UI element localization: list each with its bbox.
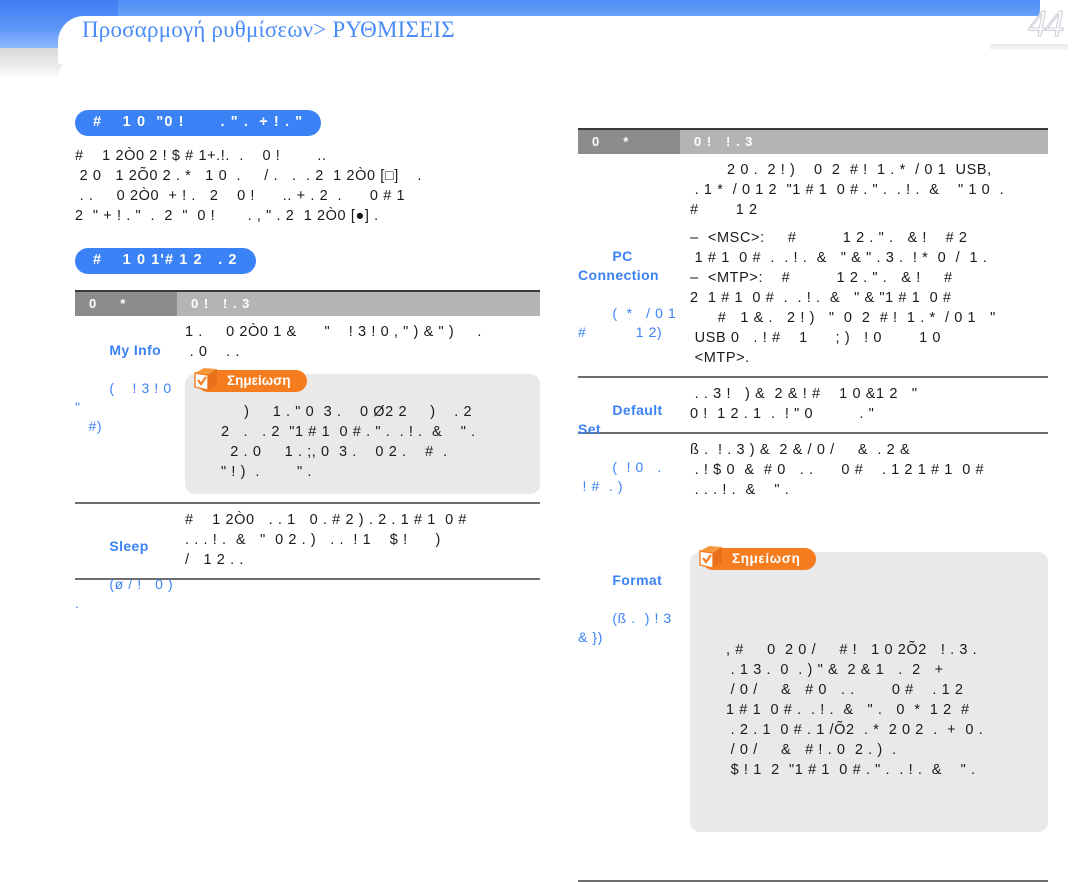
note-cube-icon xyxy=(699,546,722,569)
table-row-note-wrapper: Σημείωση ) 1 . " 0 3 . 0 Ø2 2 ) . 2 2 . … xyxy=(75,368,540,504)
section-heading-1: # 1 0 "0 ! . " . + ! . " xyxy=(75,110,322,136)
section-heading-2: # 1 0 1'# 1 2 . 2 xyxy=(75,248,256,274)
table-row-label-name: My Info xyxy=(109,342,162,358)
table-row: My Info ( ! 3 ! 0 " #) 1 . 0 2Ò0 1 & " !… xyxy=(75,316,540,434)
settings-table-left: 0 * 0 ! ! . 3 My Info ( ! 3 ! 0 " #) 1 .… xyxy=(75,290,540,611)
table-row-description: # 1 2Ò0 . . 1 0 . # 2 ) . 2 . 1 # 1 0 # … xyxy=(185,512,468,568)
table-header-item: 0 * xyxy=(75,292,177,316)
breadcrumb-separator: > xyxy=(313,17,327,42)
table-row-label: PC Connection ( * / 0 1 # 1 2) xyxy=(578,228,680,361)
table-row-continuation: 2 0 . 2 ! ) 0 2 # ! 1 . * / 0 1 USB, . 1… xyxy=(578,154,1048,228)
table-row-continuation: ß . ! . 3 ) & 2 & / 0 / & . 2 & . ! $ 0 … xyxy=(578,434,1048,508)
table-row: Format (ß . ) ! 3 & }) Σημείωση , # 0 2 … xyxy=(578,508,1048,882)
note-callout: Σημείωση ) 1 . " 0 3 . 0 Ø2 2 ) . 2 2 . … xyxy=(185,368,540,494)
table-row: Sleep (ø / ! 0 ) . # 1 2Ò0 . . 1 0 . # 2… xyxy=(75,504,540,611)
table-row-description: 1 . 0 2Ò0 1 & " ! 3 ! 0 , " ) & " ) . . … xyxy=(185,324,483,360)
table-row: PC Connection ( * / 0 1 # 1 2) – <MSC>: … xyxy=(578,228,1048,378)
table-header-item: 0 * xyxy=(578,130,680,154)
table-row-label-translation: (ß . ) ! 3 & }) xyxy=(578,610,677,645)
table-row-label-name: Sleep xyxy=(109,538,149,554)
header-white-sheet-lower xyxy=(58,56,1080,96)
note-cube-icon xyxy=(194,368,217,391)
table-header-row: 0 * 0 ! ! . 3 xyxy=(75,290,540,316)
right-column: 0 * 0 ! ! . 3 2 0 . 2 ! ) 0 2 # ! 1 . * … xyxy=(578,128,1048,882)
table-row-label-translation: ( * / 0 1 # 1 2) xyxy=(578,305,677,340)
page-number-underline xyxy=(990,44,1068,50)
table-header-row: 0 * 0 ! ! . 3 xyxy=(578,128,1048,154)
table-row-label-translation: (ø / ! 0 ) . xyxy=(75,576,178,611)
left-column: # 1 0 "0 ! . " . + ! . " # 1 2Ò0 2 ! $ #… xyxy=(75,110,540,611)
table-row-label: Format (ß . ) ! 3 & }) xyxy=(578,552,680,666)
table-row-label-name: Format xyxy=(612,572,663,588)
table-row: Default Set ( ! 0 . ! # . ) . . 3 ! ) & … xyxy=(578,378,1048,494)
table-row-description: 2 0 . 2 ! ) 0 2 # ! 1 . * / 0 1 USB, . 1… xyxy=(690,162,1005,218)
note-tag: Σημείωση xyxy=(194,368,307,392)
table-header-description: 0 ! ! . 3 xyxy=(680,130,1048,154)
table-row-description: Σημείωση , # 0 2 0 / # ! 1 0 2Õ2 ! . 3 .… xyxy=(690,508,1048,872)
table-row-label: Sleep (ø / ! 0 ) . xyxy=(75,518,177,632)
section-paragraph-1: # 1 2Ò0 2 ! $ # 1+.!. . 0 ! .. 2 0 1 2Õ0… xyxy=(75,148,422,224)
page-number: 44 xyxy=(1028,3,1065,46)
note-callout: Σημείωση , # 0 2 0 / # ! 1 0 2Õ2 ! . 3 .… xyxy=(690,546,1048,832)
breadcrumb: Προσαρμογή ρυθμίσεων> ΡΥΘΜΙΣΕΙΣ xyxy=(82,17,455,43)
breadcrumb-item-section: Προσαρμογή ρυθμίσεων xyxy=(82,17,314,42)
table-row-description: – <MSC>: # 1 2 . " . & ! # 2 1 # 1 0 # .… xyxy=(690,230,996,366)
table-row-label-name: PC Connection xyxy=(578,248,659,283)
note-text: , # 0 2 0 / # ! 1 0 2Õ2 ! . 3 . . 1 3 . … xyxy=(726,642,984,778)
table-row-label-name: Default Set xyxy=(578,402,667,437)
breadcrumb-item-current: ΡΥΘΜΙΣΕΙΣ xyxy=(332,17,455,42)
note-text: ) 1 . " 0 3 . 0 Ø2 2 ) . 2 2 . . 2 "1 # … xyxy=(221,404,476,480)
table-row-description: ß . ! . 3 ) & 2 & / 0 / & . 2 & . ! $ 0 … xyxy=(690,442,985,498)
table-header-description: 0 ! ! . 3 xyxy=(177,292,540,316)
settings-table-right: 0 * 0 ! ! . 3 2 0 . 2 ! ) 0 2 # ! 1 . * … xyxy=(578,128,1048,882)
note-tag: Σημείωση xyxy=(699,546,817,570)
table-row-description: . . 3 ! ) & 2 & ! # 1 0 &1 2 " 0 ! 1 2 .… xyxy=(690,386,918,422)
